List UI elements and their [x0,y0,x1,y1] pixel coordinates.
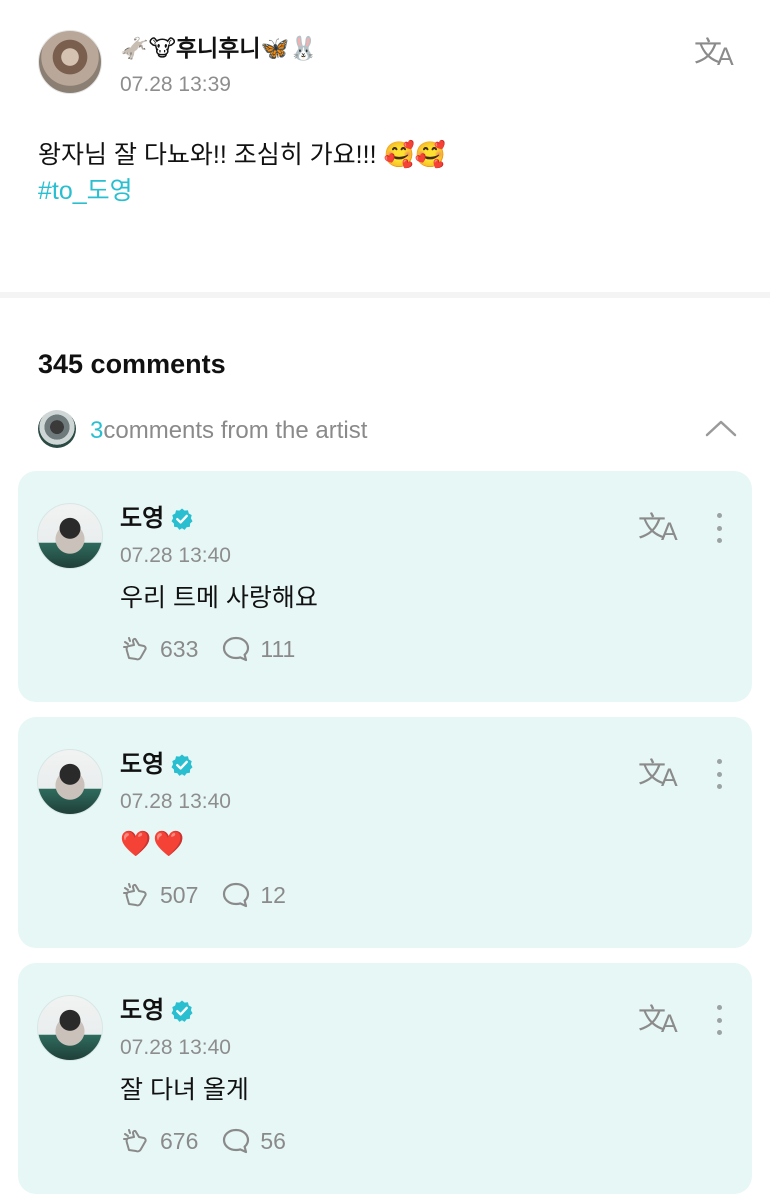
comment-bubble-icon [223,882,250,908]
cheer-icon[interactable] [120,1125,152,1157]
more-options-icon[interactable] [714,513,724,543]
reply-count: 12 [260,881,286,908]
post-timestamp: 07.28 13:39 [120,73,231,96]
translate-icon[interactable]: 文A [694,38,734,70]
translate-icon[interactable]: 文A [638,1005,678,1037]
translate-icon[interactable]: 文A [638,513,678,545]
verified-badge-icon [171,508,193,530]
post-author-name[interactable]: 🫏🐮후니후니🦋🐰 [120,32,318,64]
comment-bubble-icon [223,636,250,662]
like-count: 676 [160,1127,199,1154]
comment-stats: 676 56 [120,1125,286,1157]
comment-timestamp: 07.28 13:40 [120,1036,231,1059]
cheer-icon[interactable] [120,879,152,911]
reply-count: 56 [260,1127,286,1154]
artist-comments-label: 3comments from the artist [90,416,367,446]
commenter-name[interactable]: 도영 [120,503,194,535]
comment-stats: 633 111 [120,633,295,665]
more-options-icon[interactable] [714,1005,724,1035]
artist-comment-card: 도영 07.28 13:40 잘 다녀 올게 676 56 文A [18,963,752,1194]
comment-text: 우리 트메 사랑해요 [120,584,318,612]
comment-timestamp: 07.28 13:40 [120,790,231,813]
chevron-up-icon[interactable] [704,418,738,438]
commenter-avatar[interactable] [37,749,103,815]
reply-count: 111 [260,635,296,662]
commenter-name[interactable]: 도영 [120,995,194,1027]
like-count: 633 [160,635,199,662]
commenter-name[interactable]: 도영 [120,749,194,781]
verified-badge-icon [171,754,193,776]
commenter-avatar[interactable] [37,503,103,569]
post-hashtag[interactable]: #to_도영 [38,174,133,208]
comment-text: 잘 다녀 올게 [120,1076,249,1104]
commenter-name-text: 도영 [120,751,165,778]
artist-comment-label-text: comments from the artist [103,417,368,444]
verified-badge-icon [171,1000,193,1022]
like-count: 507 [160,881,199,908]
reply-button[interactable]: 111 [220,633,295,665]
artist-comment-count: 3 [90,417,104,444]
commenter-name-text: 도영 [120,505,165,532]
cheer-icon[interactable] [120,633,152,665]
translate-icon[interactable]: 文A [638,759,678,791]
commenter-avatar[interactable] [37,995,103,1061]
artist-comment-card: 도영 07.28 13:40 ❤️❤️ 507 12 文A [18,717,752,948]
comment-bubble-icon [223,1128,250,1154]
comment-timestamp: 07.28 13:40 [120,544,231,567]
reply-button[interactable]: 56 [220,1125,286,1157]
post-author-avatar[interactable] [38,30,102,94]
more-options-icon[interactable] [714,759,724,789]
comment-text: ❤️❤️ [120,830,187,858]
post-body-text: 왕자님 잘 다뇨와!! 조심히 가요!!! 🥰🥰 [38,141,446,169]
artist-avatar [38,410,76,448]
artist-comment-card: 도영 07.28 13:40 우리 트메 사랑해요 633 111 文A [18,471,752,702]
reply-button[interactable]: 12 [220,879,286,911]
commenter-name-text: 도영 [120,997,165,1024]
comment-stats: 507 12 [120,879,286,911]
section-divider [0,292,770,298]
post: 🫏🐮후니후니🦋🐰 07.28 13:39 文A 왕자님 잘 다뇨와!! 조심히 … [0,0,770,292]
artist-comments-toggle[interactable]: 3comments from the artist [38,410,738,450]
comments-count-heading: 345 comments [38,349,226,379]
